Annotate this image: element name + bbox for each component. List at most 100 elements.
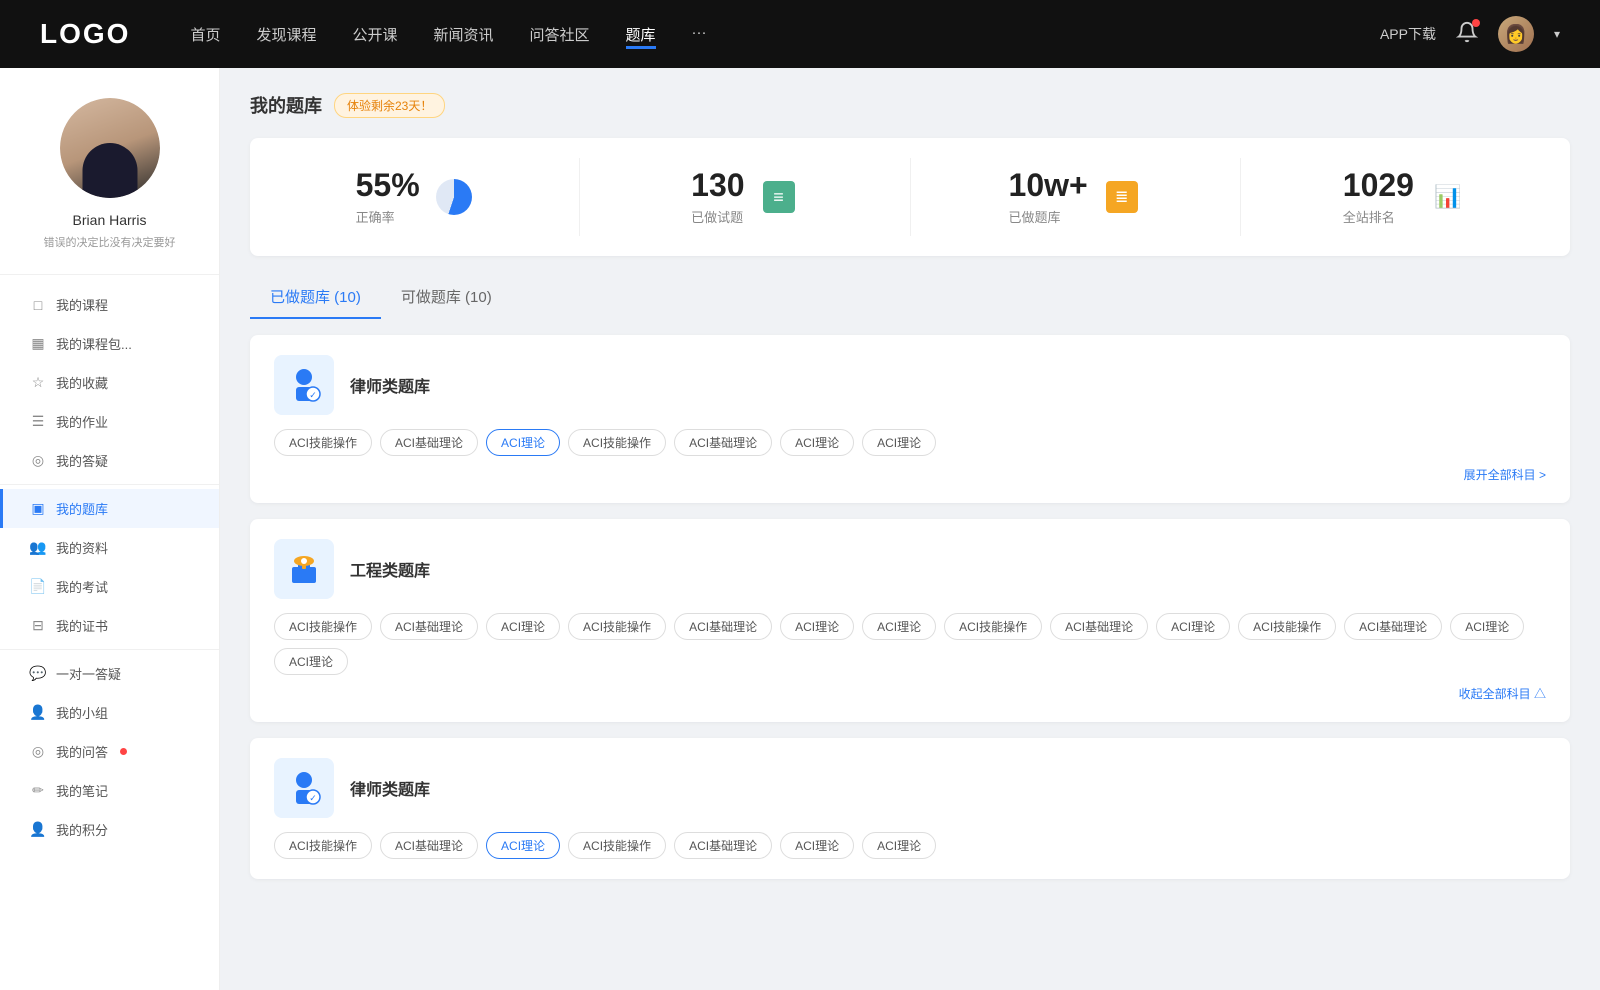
sidebar-item-my-exam[interactable]: 📄 我的考试 [0,567,219,606]
qbank-card-lawyer-2: ✓ 律师类题库 ACI技能操作 ACI基础理论 ACI理论 ACI技能操作 AC… [250,738,1570,879]
navbar-right: APP下载 👩 ▾ [1380,16,1560,52]
qbank-tag[interactable]: ACI理论 [780,832,854,859]
qbank-tags-1: ACI技能操作 ACI基础理论 ACI理论 ACI技能操作 ACI基础理论 AC… [274,429,1546,456]
avatar-image: 👩 [1498,16,1534,52]
qbank-tag[interactable]: ACI基础理论 [674,832,772,859]
qbank-card-lawyer-1: ✓ 律师类题库 ACI技能操作 ACI基础理论 ACI理论 ACI技能操作 AC… [250,335,1570,503]
sidebar-item-my-group[interactable]: 👤 我的小组 [0,693,219,732]
tabs-row: 已做题库 (10) 可做题库 (10) [250,276,1570,319]
sidebar-item-my-points[interactable]: 👤 我的积分 [0,810,219,849]
sidebar-item-my-qbank[interactable]: ▣ 我的题库 [0,489,219,528]
qbank-tag[interactable]: ACI基础理论 [380,613,478,640]
qbank-tags-3: ACI技能操作 ACI基础理论 ACI理论 ACI技能操作 ACI基础理论 AC… [274,832,1546,859]
pie-chart-icon [436,179,472,215]
nav-news[interactable]: 新闻资讯 [434,20,494,49]
my-cert-icon: ⊟ [30,618,46,634]
qbank-tag[interactable]: ACI基础理论 [1050,613,1148,640]
qbank-title-2: 工程类题库 [350,557,430,581]
qbank-tag-active[interactable]: ACI理论 [486,429,560,456]
sidebar-item-my-course[interactable]: □ 我的课程 [0,285,219,324]
qbank-tag[interactable]: ACI技能操作 [944,613,1042,640]
qbank-lawyer-icon-1: ✓ [274,355,334,415]
qbank-tag[interactable]: ACI理论 [274,648,348,675]
done-banks-icon: ≣ [1102,177,1142,217]
qbank-tag[interactable]: ACI基础理论 [674,429,772,456]
nav-home[interactable]: 首页 [190,20,220,49]
sidebar-label-homework: 我的作业 [56,412,108,431]
sidebar-item-my-questions[interactable]: ◎ 我的问答 [0,732,219,771]
sidebar-label-my-data: 我的资料 [56,538,108,557]
avatar[interactable]: 👩 [1498,16,1534,52]
ranking-icon: 📊 [1428,177,1468,217]
nav-discover[interactable]: 发现课程 [256,20,316,49]
notification-bell[interactable] [1456,21,1478,48]
qbank-tag[interactable]: ACI技能操作 [568,613,666,640]
stat-done-questions: 130 已做试题 ≡ [580,158,910,236]
qbank-tag[interactable]: ACI技能操作 [274,613,372,640]
nav-open-course[interactable]: 公开课 [352,20,397,49]
collapse-subjects[interactable]: 收起全部科目 △ [274,685,1546,702]
nav-more[interactable]: ··· [692,20,707,49]
sidebar-avatar [60,98,160,198]
user-menu-chevron[interactable]: ▾ [1554,27,1560,41]
sidebar: Brian Harris 错误的决定比没有决定要好 □ 我的课程 ▦ 我的课程包… [0,68,220,990]
qbank-tag[interactable]: ACI理论 [486,613,560,640]
qbank-tag[interactable]: ACI技能操作 [274,429,372,456]
sidebar-label-course-package: 我的课程包... [56,334,132,353]
app-download-button[interactable]: APP下载 [1380,24,1436,44]
qbank-tag[interactable]: ACI基础理论 [1344,613,1442,640]
qbank-tag[interactable]: ACI技能操作 [568,832,666,859]
page-header: 我的题库 体验剩余23天！ [250,92,1570,118]
qbank-tag[interactable]: ACI理论 [1156,613,1230,640]
sidebar-item-my-notes[interactable]: ✏ 我的笔记 [0,771,219,810]
my-course-icon: □ [30,297,46,313]
sidebar-item-my-data[interactable]: 👥 我的资料 [0,528,219,567]
qbank-tag[interactable]: ACI理论 [862,429,936,456]
main-content: 我的题库 体验剩余23天！ 55% 正确率 130 已做试题 [220,68,1600,990]
homework-icon: ☰ [30,414,46,430]
sidebar-item-1on1[interactable]: 💬 一对一答疑 [0,654,219,693]
qbank-tag[interactable]: ACI理论 [780,429,854,456]
stat-done-banks-label: 已做题库 [1009,207,1088,226]
qbank-tag[interactable]: ACI基础理论 [380,832,478,859]
sidebar-item-my-qa[interactable]: ◎ 我的答疑 [0,441,219,480]
nav-exam[interactable]: 题库 [626,20,656,49]
sidebar-menu: □ 我的课程 ▦ 我的课程包... ☆ 我的收藏 ☰ 我的作业 ◎ 我的答疑 ▣ [0,279,219,855]
qbank-tag[interactable]: ACI理论 [862,613,936,640]
qbank-tag[interactable]: ACI基础理论 [380,429,478,456]
sidebar-item-favorites[interactable]: ☆ 我的收藏 [0,363,219,402]
1on1-icon: 💬 [30,666,46,682]
sidebar-item-homework[interactable]: ☰ 我的作业 [0,402,219,441]
qbank-tag[interactable]: ACI基础理论 [674,613,772,640]
tab-available-banks[interactable]: 可做题库 (10) [381,276,512,319]
sidebar-item-course-package[interactable]: ▦ 我的课程包... [0,324,219,363]
notification-dot [1472,19,1480,27]
favorites-icon: ☆ [30,375,46,391]
stat-done-banks-value: 10w+ [1009,168,1088,203]
qbank-tag[interactable]: ACI技能操作 [568,429,666,456]
stat-ranking-value: 1029 [1343,168,1414,203]
sidebar-label-favorites: 我的收藏 [56,373,108,392]
stat-accuracy-value: 55% [356,168,420,203]
qbank-tag[interactable]: ACI理论 [780,613,854,640]
tab-done-banks[interactable]: 已做题库 (10) [250,276,381,319]
sidebar-label-my-exam: 我的考试 [56,577,108,596]
done-questions-icon: ≡ [759,177,799,217]
sidebar-label-my-questions: 我的问答 [56,742,108,761]
my-data-icon: 👥 [30,540,46,556]
qbank-tag[interactable]: ACI理论 [862,832,936,859]
sidebar-item-my-certificate[interactable]: ⊟ 我的证书 [0,606,219,645]
nav-qa[interactable]: 问答社区 [530,20,590,49]
logo: LOGO [40,18,130,50]
avatar-figure [60,98,160,198]
qbank-tag[interactable]: ACI技能操作 [1238,613,1336,640]
qbank-tags-2: ACI技能操作 ACI基础理论 ACI理论 ACI技能操作 ACI基础理论 AC… [274,613,1546,675]
page-title: 我的题库 [250,92,322,118]
sidebar-motto: 错误的决定比没有决定要好 [24,234,196,250]
expand-subjects-1[interactable]: 展开全部科目 > [274,466,1546,483]
qbank-tag-active[interactable]: ACI理论 [486,832,560,859]
my-qbank-icon: ▣ [30,501,46,517]
qbank-tag[interactable]: ACI理论 [1450,613,1524,640]
qbank-tag[interactable]: ACI技能操作 [274,832,372,859]
qbank-card-engineer: 工程类题库 ACI技能操作 ACI基础理论 ACI理论 ACI技能操作 ACI基… [250,519,1570,722]
